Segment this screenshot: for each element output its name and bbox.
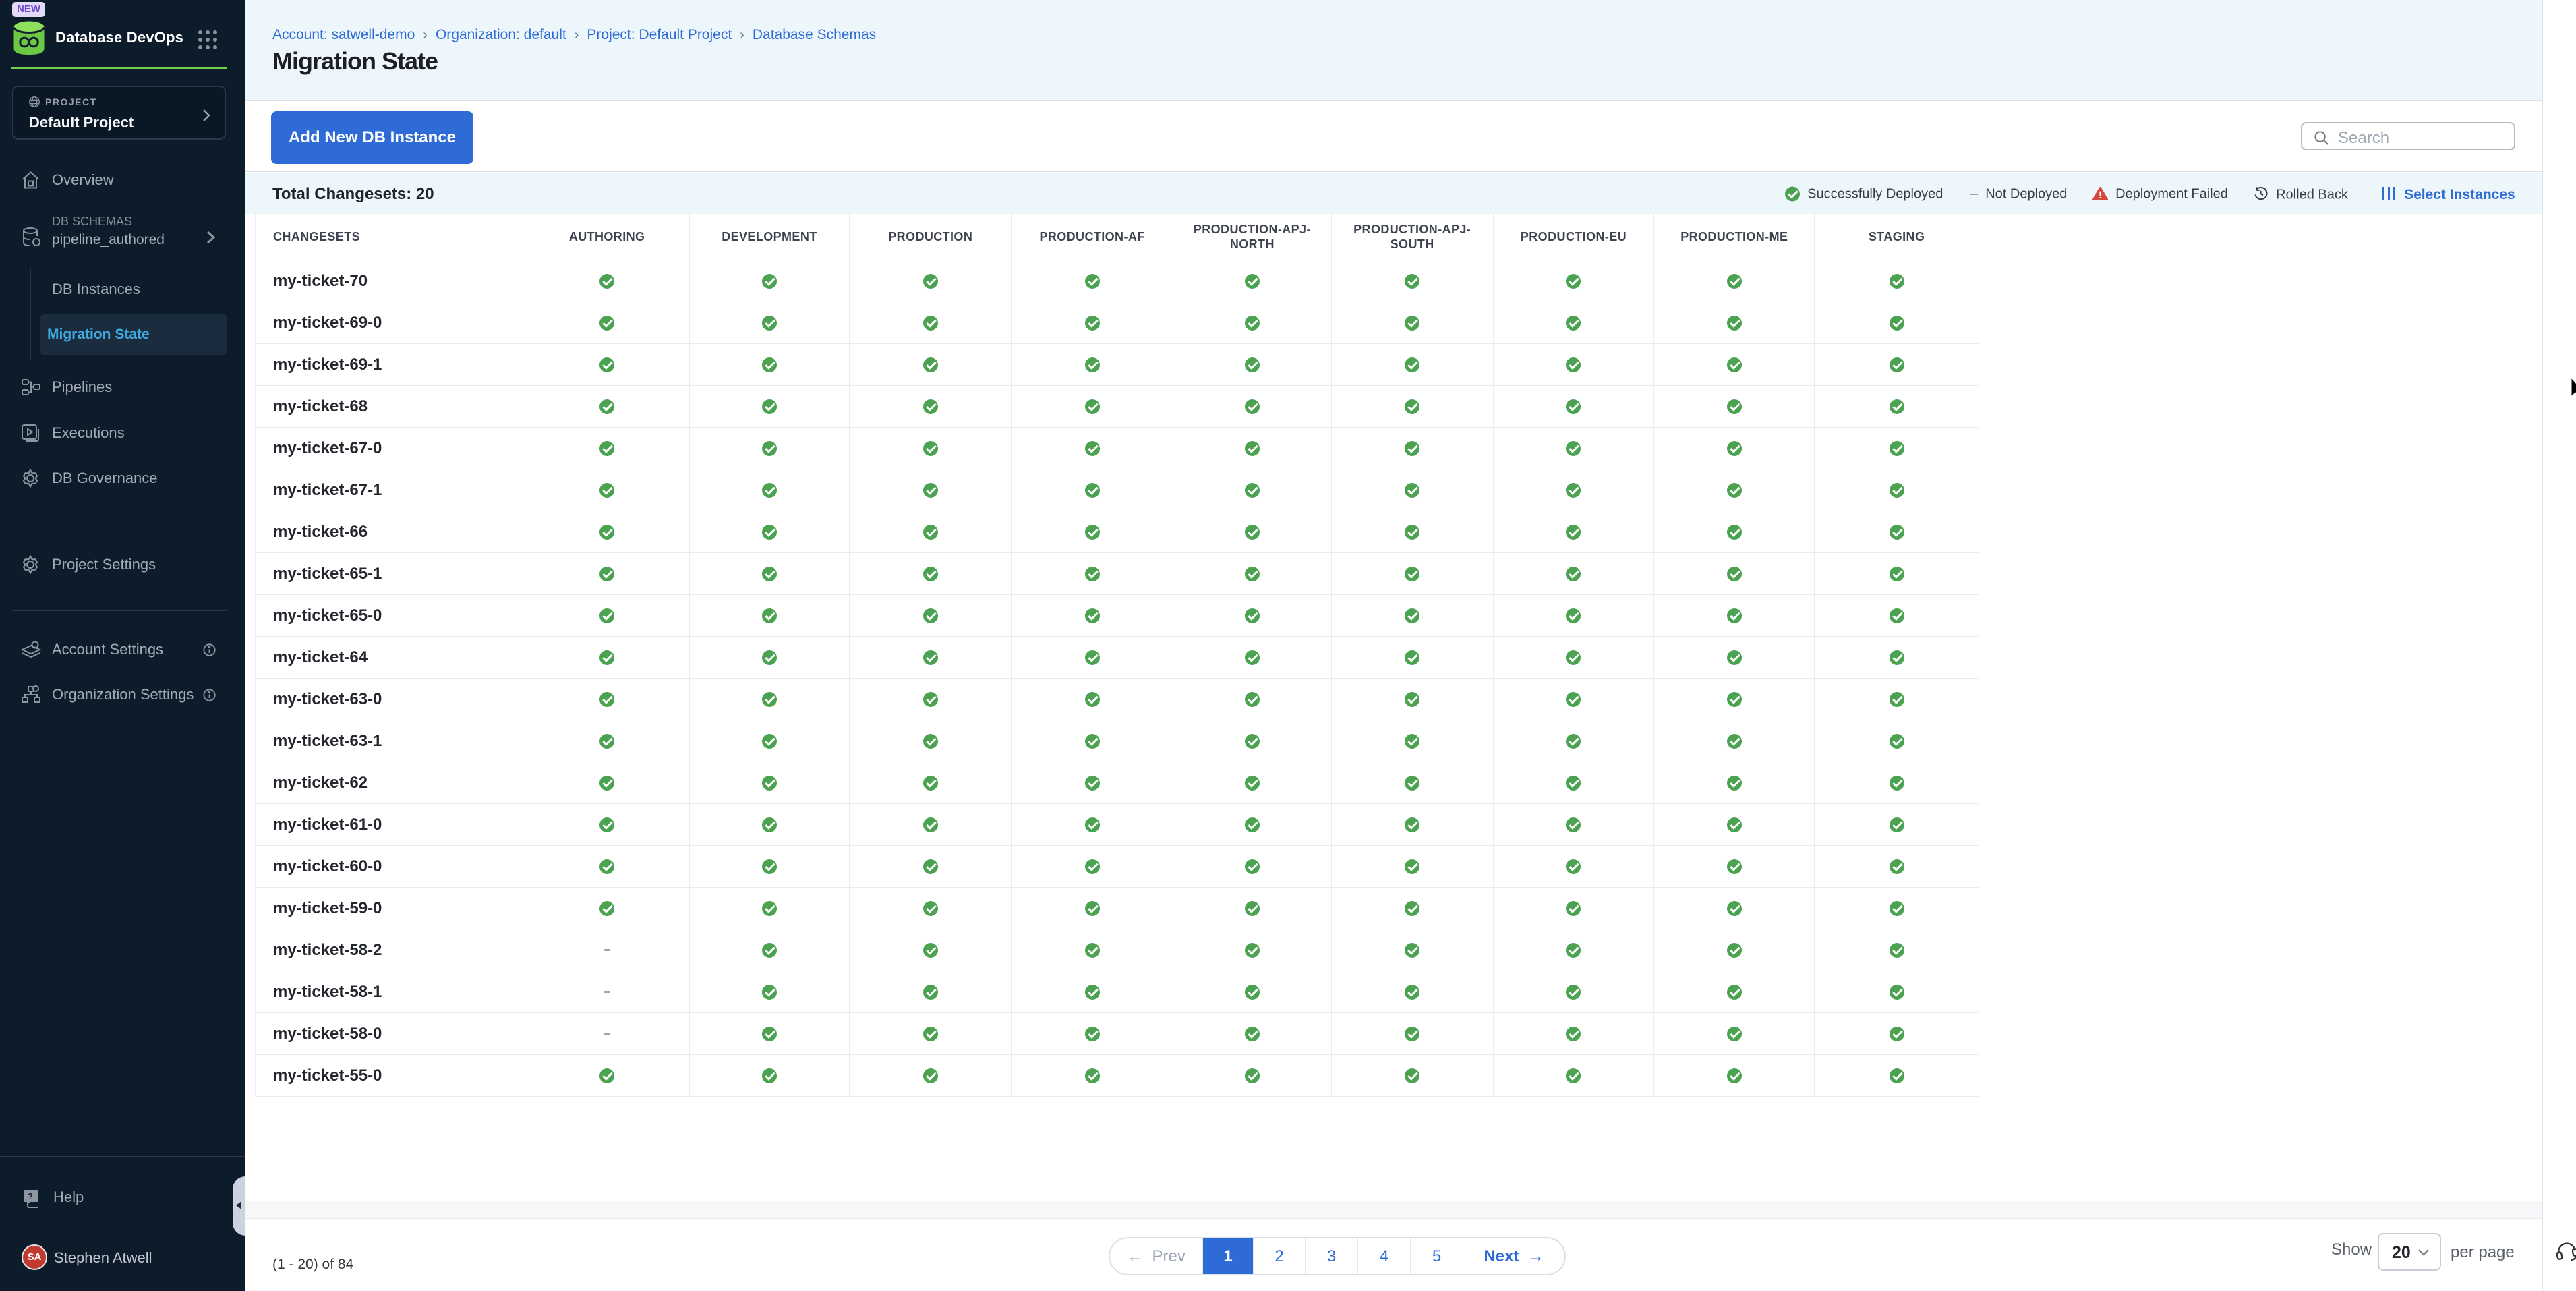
svg-text:?: ? (28, 1191, 33, 1201)
